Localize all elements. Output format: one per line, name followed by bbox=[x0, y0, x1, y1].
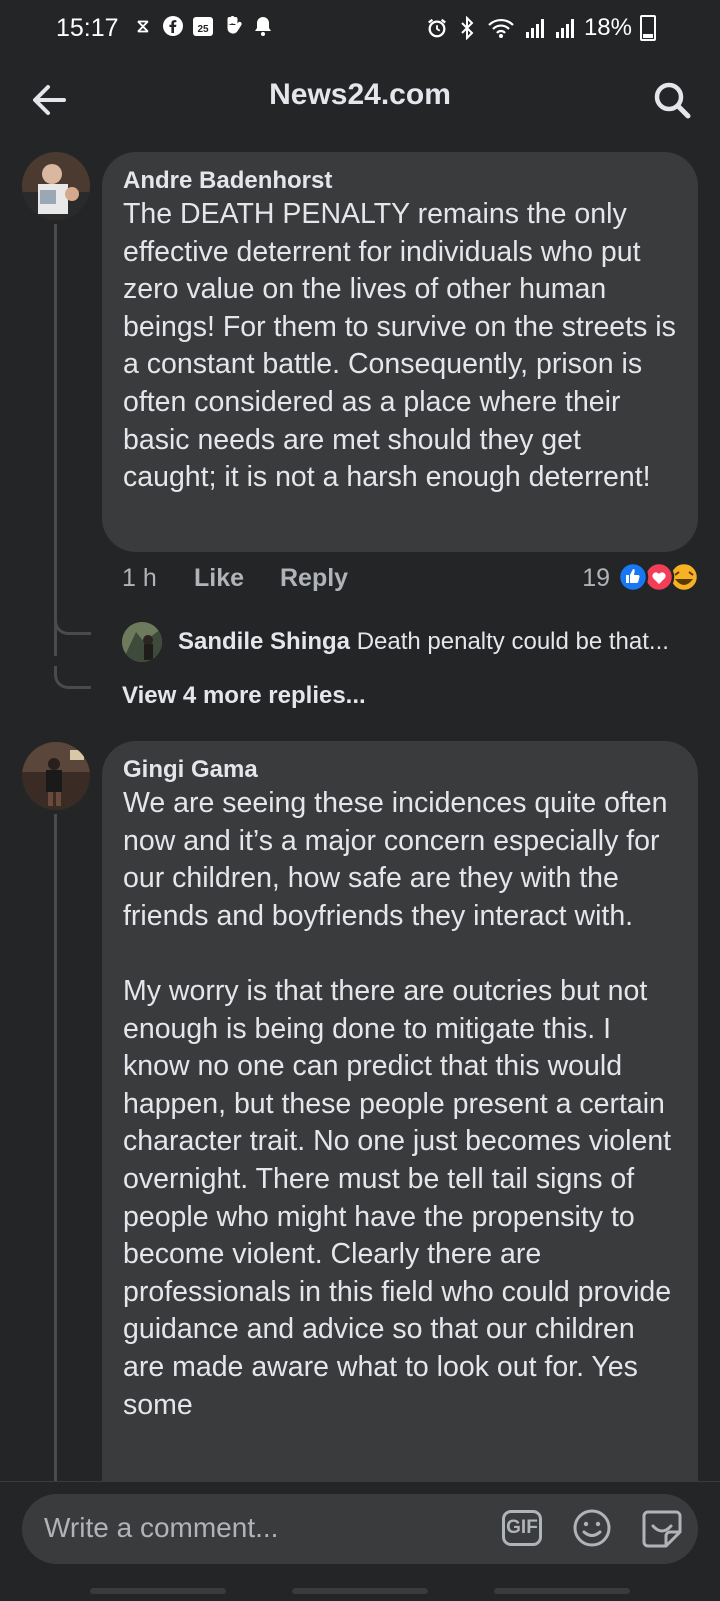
reply-text: Sandile Shinga Death penalty could be th… bbox=[178, 628, 708, 656]
battery-icon bbox=[640, 15, 656, 41]
reply-snippet: Death penalty could be that... bbox=[356, 628, 669, 655]
comment-bubble[interactable]: Andre Badenhorst The DEATH PENALTY remai… bbox=[102, 152, 698, 552]
comment-time: 1 h bbox=[122, 564, 157, 592]
love-reaction-icon bbox=[643, 561, 675, 593]
comment-text: The DEATH PENALTY remains the only effec… bbox=[123, 198, 676, 494]
wifi-icon bbox=[486, 16, 516, 40]
sticker-icon bbox=[642, 1510, 682, 1548]
nav-handle bbox=[494, 1588, 630, 1594]
calendar-icon: 25 bbox=[192, 14, 214, 38]
thread-branch bbox=[54, 612, 91, 635]
gif-button[interactable]: GIF bbox=[502, 1510, 542, 1546]
comment-author[interactable]: Gingi Gama bbox=[123, 755, 676, 785]
avatar[interactable] bbox=[22, 152, 90, 220]
thread-line bbox=[54, 814, 57, 1481]
nav-handle bbox=[292, 1588, 428, 1594]
like-button[interactable]: Like bbox=[194, 564, 244, 593]
reaction-icons[interactable] bbox=[616, 560, 702, 594]
bell-icon bbox=[252, 14, 274, 38]
hand-icon bbox=[222, 14, 244, 38]
search-button[interactable] bbox=[650, 78, 694, 122]
avatar[interactable] bbox=[122, 622, 162, 662]
thread-line bbox=[54, 224, 57, 656]
comment-author[interactable]: Andre Badenhorst bbox=[123, 166, 676, 196]
reply-preview[interactable]: Sandile Shinga Death penalty could be th… bbox=[122, 622, 702, 666]
comment-placeholder: Write a comment... bbox=[44, 1512, 279, 1543]
reaction-count[interactable]: 19 bbox=[582, 564, 610, 593]
page-title: News24.com bbox=[269, 78, 451, 111]
search-icon bbox=[654, 82, 691, 119]
status-notification-icons: ⧖ 25 bbox=[132, 14, 274, 38]
status-bar: 15:17 ⧖ 25 18% bbox=[0, 0, 720, 56]
comment-text: We are seeing these incidences quite oft… bbox=[123, 787, 672, 1421]
comment-bubble[interactable]: Gingi Gama We are seeing these incidence… bbox=[102, 741, 698, 1541]
emoji-icon bbox=[573, 1509, 611, 1547]
calendar-date: 25 bbox=[197, 24, 209, 35]
thread-branch bbox=[54, 666, 91, 689]
status-system-icons: 18% bbox=[426, 14, 656, 42]
reply-button[interactable]: Reply bbox=[280, 564, 348, 593]
alarm-icon bbox=[426, 16, 448, 40]
status-time: 15:17 bbox=[56, 14, 119, 42]
like-reaction-icon bbox=[617, 561, 649, 593]
view-more-replies-link[interactable]: View 4 more replies... bbox=[122, 682, 366, 710]
battery-percentage: 18% bbox=[583, 14, 632, 41]
bluetooth-icon bbox=[456, 16, 478, 40]
app-bar: News24.com bbox=[0, 56, 720, 142]
comment-actions: 1 h Like Reply 19 bbox=[122, 560, 702, 600]
hourglass-icon: ⧖ bbox=[136, 15, 150, 36]
facebook-icon bbox=[162, 14, 184, 38]
comment-composer: Write a comment... GIF bbox=[0, 1481, 720, 1601]
signal-icon bbox=[554, 16, 576, 40]
emoji-button[interactable] bbox=[572, 1508, 612, 1548]
reply-author[interactable]: Sandile Shinga bbox=[178, 628, 350, 655]
nav-handle bbox=[90, 1588, 226, 1594]
comment-input[interactable]: Write a comment... GIF bbox=[22, 1494, 698, 1564]
signal-icon bbox=[524, 16, 546, 40]
sticker-button[interactable] bbox=[640, 1506, 684, 1550]
avatar[interactable] bbox=[22, 742, 90, 810]
